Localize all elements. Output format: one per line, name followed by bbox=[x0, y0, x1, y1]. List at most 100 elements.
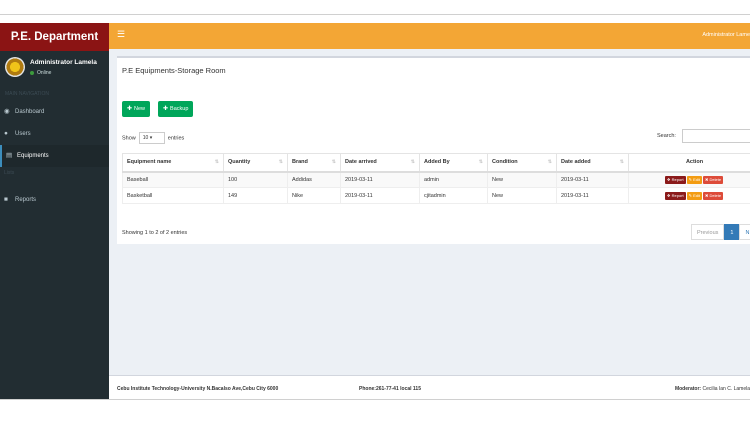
report-button[interactable]: ❖ Report bbox=[664, 175, 686, 184]
cell-date-added: 2019-03-11 bbox=[556, 187, 629, 204]
delete-label: Delete bbox=[709, 176, 722, 182]
moderator-label: Moderator: bbox=[674, 386, 702, 392]
pagination-next[interactable]: N bbox=[739, 224, 750, 240]
search-input[interactable] bbox=[682, 129, 750, 143]
pagination-previous[interactable]: Previous bbox=[691, 224, 725, 240]
edit-label: Edit bbox=[693, 192, 701, 198]
pagination-page-1[interactable]: 1 bbox=[724, 224, 740, 240]
cell-equipment-name: Basketball bbox=[122, 187, 224, 204]
cell-brand: Addidas bbox=[287, 171, 341, 188]
backup-button-label: Backup bbox=[170, 106, 189, 112]
user-status: Online bbox=[30, 70, 51, 76]
column-header-date-added[interactable]: Date added ⇅ bbox=[556, 153, 629, 173]
cell-brand: Nike bbox=[287, 187, 341, 204]
header-label: Condition bbox=[492, 159, 518, 166]
footer-moderator: Moderator: Cecilia Ian C. Lamela bbox=[675, 386, 750, 392]
footer: Cebu Institute Technology-University N.B… bbox=[109, 375, 750, 399]
sidebar-item-label: Dashboard bbox=[15, 109, 45, 115]
sort-icon: ⇅ bbox=[478, 159, 483, 166]
column-header-added-by[interactable]: Added By ⇅ bbox=[419, 153, 488, 173]
report-icon: ❖ bbox=[666, 176, 671, 182]
app-window: P.E. Department Administrator Lamela Onl… bbox=[0, 14, 750, 400]
column-header-brand[interactable]: Brand ⇅ bbox=[287, 153, 341, 173]
delete-button[interactable]: ✖ Delete bbox=[703, 175, 724, 184]
online-dot-icon bbox=[30, 70, 34, 75]
sort-icon: ⇅ bbox=[331, 159, 336, 166]
sidebar-item-label: Equipments bbox=[17, 153, 49, 159]
sidebar-item-label: Users bbox=[15, 131, 31, 137]
cell-actions: ❖ Report ✎ Edit ✖ Delete bbox=[628, 187, 750, 204]
sidebar-section-label: Lists bbox=[4, 170, 15, 176]
user-menu[interactable]: Administrator Lame bbox=[702, 32, 750, 38]
sidebar-item-reports[interactable]: ■ Reports bbox=[0, 189, 109, 211]
cell-equipment-name: Baseball bbox=[122, 171, 224, 188]
new-button[interactable]: ✚ New bbox=[122, 101, 151, 117]
delete-button[interactable]: ✖ Delete bbox=[703, 191, 724, 200]
cell-date-arrived: 2019-03-11 bbox=[340, 171, 420, 188]
page-title: P.E Equipments-Storage Room bbox=[122, 66, 226, 75]
cell-condition: New bbox=[487, 171, 557, 188]
delete-label: Delete bbox=[709, 192, 722, 198]
user-status-text: Online bbox=[37, 70, 52, 76]
nav-header: MAIN NAVIGATION bbox=[5, 91, 49, 97]
header-label: Action bbox=[685, 159, 704, 166]
backup-button[interactable]: ✚ Backup bbox=[158, 101, 194, 117]
column-header-quantity[interactable]: Quantity ⇅ bbox=[223, 153, 288, 173]
sidebar-item-users[interactable]: ● Users bbox=[0, 123, 109, 145]
sort-icon: ⇅ bbox=[214, 159, 219, 166]
trash-icon: ✖ bbox=[705, 176, 709, 182]
pagination: Previous 1 N bbox=[691, 224, 750, 240]
sort-icon: ⇅ bbox=[619, 159, 624, 166]
sidebar-item-dashboard[interactable]: ◉ Dashboard bbox=[0, 101, 109, 123]
entries-select[interactable]: 10 ▾ bbox=[138, 132, 165, 144]
equipment-box: P.E Equipments-Storage Room ✚ New ✚ Backup… bbox=[117, 56, 750, 244]
reports-icon: ■ bbox=[4, 196, 8, 203]
cell-quantity: 100 bbox=[223, 171, 288, 188]
sidebar-item-equipments[interactable]: ▤ Equipments bbox=[0, 145, 109, 167]
new-button-label: New bbox=[134, 106, 146, 112]
sidebar: P.E. Department Administrator Lamela Onl… bbox=[0, 23, 109, 399]
column-header-date-arrived[interactable]: Date arrived ⇅ bbox=[340, 153, 420, 173]
table-info: Showing 1 to 2 of 2 entries bbox=[122, 230, 188, 236]
header-label: Added By bbox=[424, 159, 450, 166]
footer-phone: Phone:261-77-41 local 115 bbox=[359, 386, 421, 392]
search-label: Search: bbox=[657, 133, 676, 139]
report-icon: ❖ bbox=[666, 192, 671, 198]
cell-condition: New bbox=[487, 187, 557, 204]
edit-button[interactable]: ✎ Edit bbox=[686, 191, 703, 200]
table-row: Basketball 149 Nike 2019-03-11 cjitadmin… bbox=[122, 187, 750, 204]
edit-button[interactable]: ✎ Edit bbox=[686, 175, 703, 184]
header-label: Brand bbox=[292, 159, 308, 166]
edit-icon: ✎ bbox=[688, 176, 692, 182]
hamburger-icon[interactable]: ☰ bbox=[117, 29, 125, 40]
plus-circle-icon: ✚ bbox=[163, 106, 169, 112]
user-panel: Administrator Lamela Online bbox=[0, 51, 109, 87]
column-header-condition[interactable]: Condition ⇅ bbox=[487, 153, 557, 173]
table-row: Baseball 100 Addidas 2019-03-11 admin Ne… bbox=[122, 171, 750, 188]
moderator-name: Cecilia Ian C. Lamela bbox=[702, 386, 750, 392]
users-icon: ● bbox=[4, 130, 8, 137]
cell-date-added: 2019-03-11 bbox=[556, 171, 629, 188]
entries-select-value: 10 bbox=[142, 135, 149, 141]
header-label: Quantity bbox=[228, 159, 251, 166]
dashboard-icon: ◉ bbox=[4, 108, 10, 115]
brand-logo-text[interactable]: P.E. Department bbox=[0, 23, 109, 51]
avatar bbox=[5, 57, 25, 77]
show-label: Show bbox=[122, 135, 136, 142]
report-button[interactable]: ❖ Report bbox=[664, 191, 686, 200]
trash-icon: ✖ bbox=[705, 192, 709, 198]
user-name: Administrator Lamela bbox=[30, 59, 97, 66]
column-header-equipment-name[interactable]: Equipment name ⇅ bbox=[122, 153, 224, 173]
header-label: Equipment name bbox=[127, 159, 172, 166]
top-navbar: ☰ Administrator Lame bbox=[109, 23, 750, 49]
plus-circle-icon: ✚ bbox=[127, 106, 133, 112]
sidebar-item-label: Reports bbox=[15, 197, 37, 203]
header-label: Date added bbox=[561, 159, 591, 166]
equipment-icon: ▤ bbox=[6, 152, 13, 159]
edit-icon: ✎ bbox=[688, 192, 692, 198]
cell-added-by: admin bbox=[419, 171, 488, 188]
cell-quantity: 149 bbox=[223, 187, 288, 204]
sort-icon: ⇅ bbox=[547, 159, 552, 166]
edit-label: Edit bbox=[693, 176, 701, 182]
main-content: P.E Equipments-Storage Room ✚ New ✚ Backup… bbox=[109, 49, 750, 375]
